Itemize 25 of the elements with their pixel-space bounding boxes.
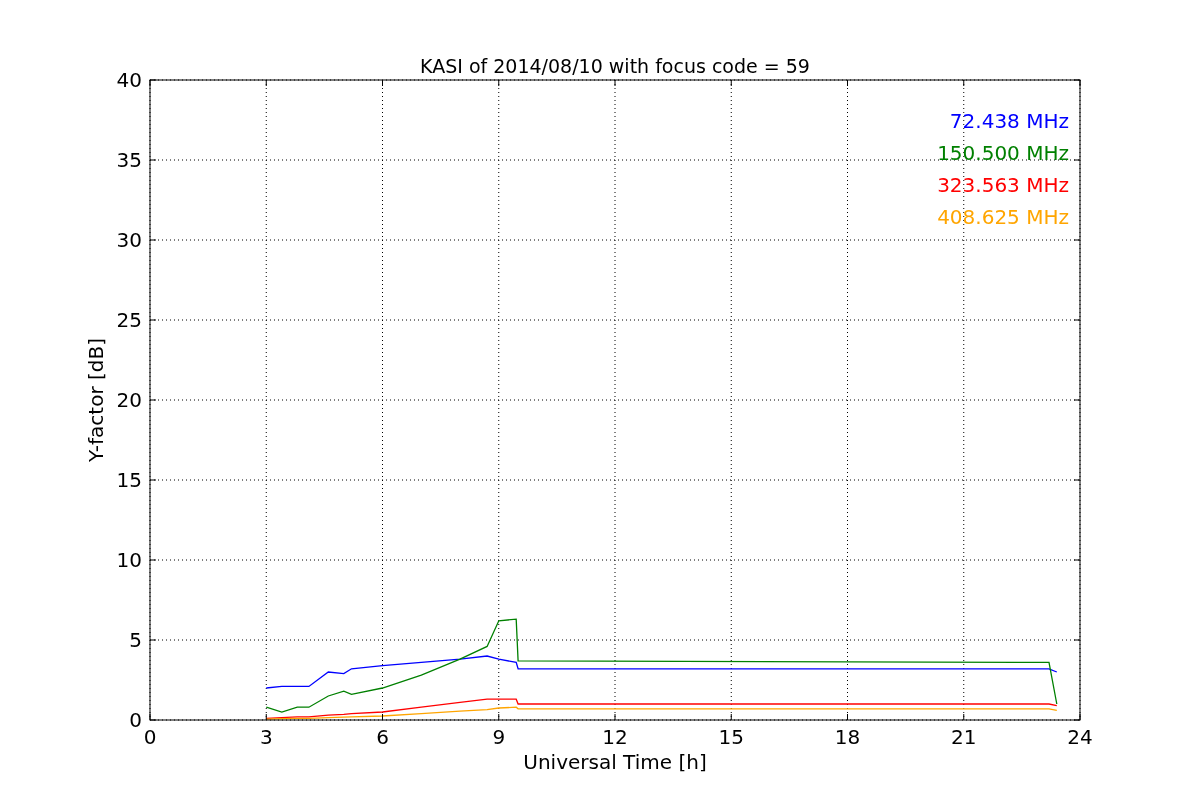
- x-tick-label: 18: [834, 725, 861, 749]
- x-tick-label: 3: [259, 725, 273, 749]
- legend-label: 323.563 MHz: [937, 173, 1069, 197]
- legend-label: 408.625 MHz: [937, 205, 1069, 229]
- y-tick-label: 40: [116, 68, 142, 92]
- y-tick-label: 30: [116, 228, 142, 252]
- x-tick-label: 9: [492, 725, 506, 749]
- legend-label: 150.500 MHz: [937, 141, 1069, 165]
- y-tick-label: 15: [116, 468, 142, 492]
- x-axis-label: Universal Time [h]: [523, 750, 707, 774]
- y-tick-label: 0: [129, 708, 142, 732]
- x-tick-label: 15: [718, 725, 744, 749]
- legend-label: 72.438 MHz: [949, 109, 1069, 133]
- y-tick-label: 5: [129, 628, 142, 652]
- y-axis-label: Y-factor [dB]: [84, 338, 108, 462]
- y-tick-label: 25: [116, 308, 142, 332]
- x-tick-label: 0: [143, 725, 157, 749]
- x-tick-label: 12: [602, 725, 628, 749]
- x-tick-label: 6: [376, 725, 389, 749]
- x-tick-label: 24: [1067, 725, 1093, 749]
- chart-title: KASI of 2014/08/10 with focus code = 59: [420, 55, 810, 77]
- x-tick-label: 21: [951, 725, 977, 749]
- y-tick-label: 20: [116, 388, 142, 412]
- y-tick-label: 35: [116, 148, 142, 172]
- y-tick-label: 10: [116, 548, 142, 572]
